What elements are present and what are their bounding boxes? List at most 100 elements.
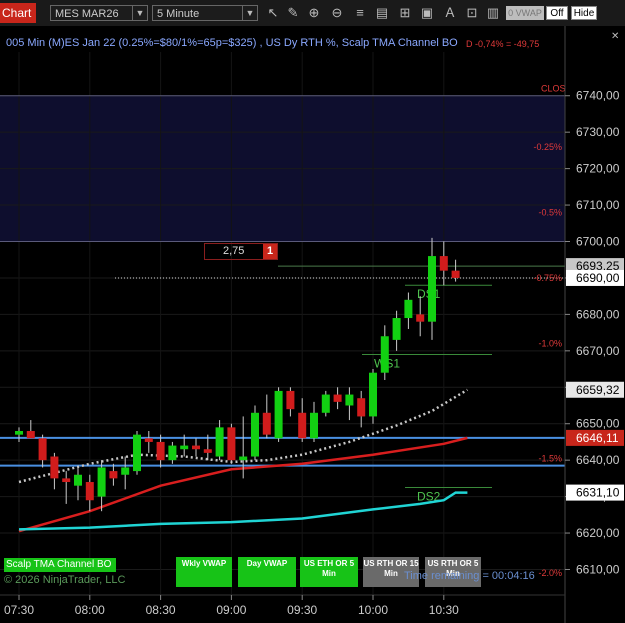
candle-body (192, 445, 200, 450)
position-price-diff: 2,75 (223, 245, 245, 257)
timeframe-value: 5 Minute (157, 8, 200, 20)
candle-body (439, 256, 448, 271)
y-tick-label: 6730,00 (576, 125, 620, 139)
candle-body (451, 270, 460, 278)
layout-icon[interactable]: ▥ (485, 5, 501, 21)
candle-body (215, 427, 224, 457)
candle-body (85, 482, 94, 501)
candle-body (333, 394, 342, 402)
close-label: CLOS (541, 83, 566, 93)
candle-body (298, 412, 307, 439)
percent-label: -1.5% (538, 453, 562, 463)
x-tick-label: 09:30 (287, 603, 317, 617)
instrument-value: MES MAR26 (55, 8, 119, 20)
strategy-icon[interactable]: ▤ (374, 5, 390, 21)
pnl-label: D -0,74% = -49,75 (466, 39, 540, 49)
timeframe-selector[interactable]: 5 Minute ▼ (152, 5, 258, 21)
candle-body (50, 456, 59, 479)
candle-body (97, 467, 106, 497)
candle-body (262, 412, 271, 435)
chevron-down-icon: ▼ (132, 6, 147, 20)
y-tick-label: 6650,00 (576, 417, 620, 431)
vwap-button[interactable]: 0 VWAP (506, 6, 544, 20)
position-quantity: 1 (263, 244, 277, 259)
y-tick-label: 6700,00 (576, 235, 620, 249)
candle-body (203, 449, 212, 453)
candle-body (74, 474, 82, 486)
candle-body (345, 394, 354, 406)
candle-body (26, 431, 35, 439)
candle-body (392, 318, 401, 340)
candle-body (380, 336, 389, 373)
templates-icon[interactable]: ⊞ (397, 5, 413, 21)
candle-body (133, 434, 141, 472)
hide-toggle[interactable]: Hide (571, 6, 597, 20)
chevron-down-icon: ▼ (242, 6, 257, 20)
us-eth-or-5-min-button[interactable]: US ETH OR 5 Min (300, 557, 358, 587)
instrument-selector[interactable]: MES MAR26 ▼ (50, 5, 148, 21)
properties-icon[interactable]: ≡ (352, 5, 368, 21)
y-tick-label: 6610,00 (576, 562, 620, 576)
candle-body (428, 256, 436, 322)
draw-icon[interactable]: ↖ (265, 5, 281, 21)
x-tick-label: 08:30 (146, 603, 176, 617)
candle-body (286, 390, 295, 410)
candle-body (310, 412, 318, 439)
candle-body (321, 394, 330, 413)
window-icon[interactable]: ▣ (419, 5, 435, 21)
grid-icon[interactable]: ⊡ (464, 5, 480, 21)
candle-body (180, 445, 189, 450)
zoom-out-icon[interactable]: ⊖ (329, 5, 345, 21)
price-badge-label: 6659,32 (576, 383, 620, 397)
candle-body (15, 431, 23, 435)
zoom-in-icon[interactable]: ⊕ (306, 5, 322, 21)
candle-body (109, 471, 118, 479)
position-box[interactable]: 2,75 1 (204, 243, 278, 260)
candle-body (38, 438, 47, 461)
x-tick-label: 08:00 (75, 603, 105, 617)
wkly-vwap-button[interactable]: Wkly VWAP (176, 557, 232, 587)
percent-label: -2.0% (538, 568, 562, 578)
candle-body (62, 478, 71, 483)
y-tick-label: 6620,00 (576, 526, 620, 540)
percent-label: -0.75% (533, 273, 562, 283)
y-tick-label: 6740,00 (576, 89, 620, 103)
y-tick-label: 6670,00 (576, 344, 620, 358)
price-badge-label: 6646,11 (576, 431, 619, 445)
off-toggle[interactable]: Off (546, 6, 568, 20)
candle-body (274, 390, 283, 439)
y-tick-label: 6680,00 (576, 307, 620, 321)
copyright-text: © 2026 NinjaTrader, LLC (4, 574, 126, 586)
y-tick-label: 6640,00 (576, 453, 620, 467)
indicator-label: Scalp TMA Channel BO (4, 558, 116, 572)
price-badge-label: 6631,10 (576, 486, 620, 500)
x-tick-label: 10:30 (429, 603, 459, 617)
y-tick-label: 6710,00 (576, 198, 620, 212)
candle-body (168, 445, 177, 461)
candle-body (239, 456, 248, 461)
candle-body (227, 427, 236, 461)
candle-body (144, 438, 153, 442)
candle-body (357, 398, 366, 417)
pencil-icon[interactable]: ✎ (285, 5, 301, 21)
chart-title: 005 Min (M)ES Jan 22 (0.25%=$80/1%=65p=$… (6, 37, 458, 49)
candle-body (369, 372, 377, 417)
text-icon[interactable]: Ａ (442, 5, 458, 21)
day-vwap-button[interactable]: Day VWAP (238, 557, 296, 587)
candle-body (156, 441, 165, 461)
x-tick-label: 10:00 (358, 603, 388, 617)
candle-body (404, 299, 413, 319)
chart-tab[interactable]: Chart (0, 3, 36, 23)
candle-body (251, 412, 259, 457)
price-chart[interactable]: WS1DS1DS2 -0.25%-0.5%-0.75%-1.0%-1.5%-2.… (0, 26, 625, 623)
y-tick-label: 6720,00 (576, 162, 620, 176)
candle-body (121, 467, 130, 475)
candle-body (416, 314, 425, 322)
percent-label: -0.25% (533, 142, 562, 152)
close-icon[interactable]: ✕ (611, 31, 619, 42)
bar-timer: Time remaining = 00:04:16 (404, 570, 535, 582)
chart-toolbar: Chart MES MAR26 ▼ 5 Minute ▼ ↖ ✎ ⊕ ⊖ ≡ ▤… (0, 0, 625, 27)
percent-label: -0.5% (538, 207, 562, 217)
x-tick-label: 09:00 (216, 603, 246, 617)
x-tick-label: 07:30 (4, 603, 34, 617)
